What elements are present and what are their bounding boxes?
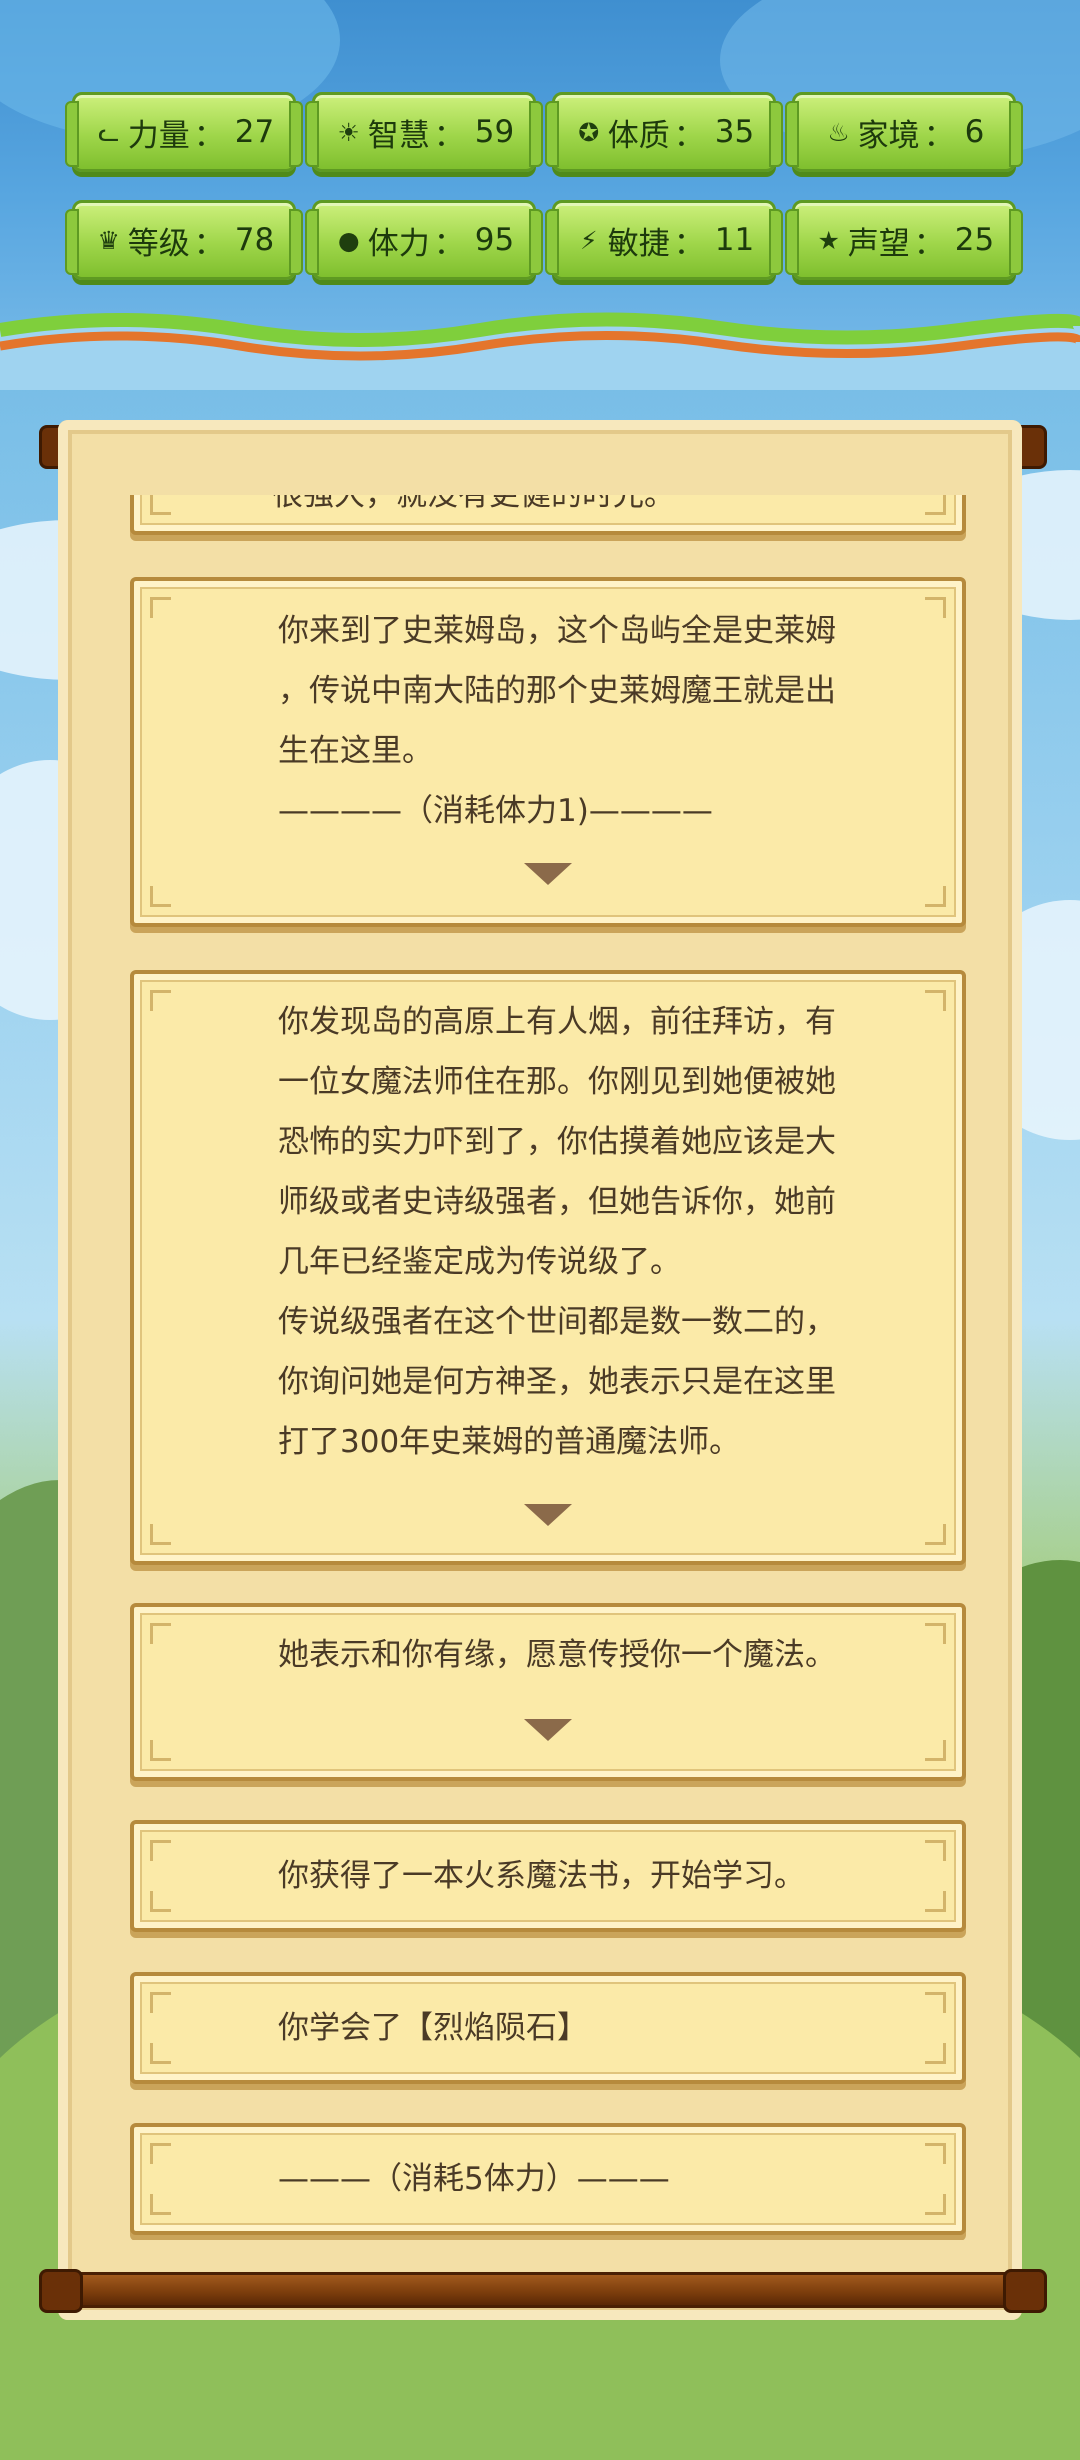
stat-strength: ᓚ 力量： 27 xyxy=(65,92,303,172)
lightning-icon: ⚡ xyxy=(579,225,598,255)
constitution-icon: ✪ xyxy=(578,117,600,147)
wave-divider xyxy=(0,312,1080,390)
event-card[interactable]: 你获得了一本火系魔法书，开始学习。 xyxy=(130,1820,966,1932)
star-icon: ★ xyxy=(817,225,840,255)
bulb-icon: ☀ xyxy=(337,117,360,147)
muscle-icon: ᓚ xyxy=(98,117,120,147)
expand-arrow-icon[interactable] xyxy=(524,1719,572,1741)
event-text: ———（消耗5体力）——— xyxy=(278,2161,670,2197)
event-text: 你发现岛的高原上有人烟，前往拜访，有 一位女魔法师住在那。你刚见到她便被她 恐怖… xyxy=(278,1004,836,1460)
event-text: 你来到了史莱姆岛，这个岛屿全是史莱姆 ，传说中南大陆的那个史莱姆魔王就是出 生在… xyxy=(278,613,836,829)
stat-constitution: ✪ 体质： 35 xyxy=(545,92,783,172)
stat-stamina: ● 体力： 95 xyxy=(305,200,543,280)
event-card[interactable]: ———（消耗5体力）——— xyxy=(130,2123,966,2235)
heart-icon: ● xyxy=(337,225,360,255)
event-card[interactable]: 她表示和你有缘，愿意传授你一个魔法。 xyxy=(130,1603,966,1781)
event-card[interactable]: 很强大，就没有更健的时光。 xyxy=(130,495,966,535)
family-icon: ♨ xyxy=(827,117,850,147)
expand-arrow-icon[interactable] xyxy=(524,1504,572,1526)
stat-family: ♨ 家境： 6 xyxy=(785,92,1023,172)
stat-agility: ⚡ 敏捷： 11 xyxy=(545,200,783,280)
event-text: 很强大，就没有更健的时光。 xyxy=(272,495,675,513)
event-card[interactable]: 你学会了【烈焰陨石】 xyxy=(130,1972,966,2084)
expand-arrow-icon[interactable] xyxy=(524,863,572,885)
event-text: 你学会了【烈焰陨石】 xyxy=(278,2010,588,2046)
stat-wisdom: ☀ 智慧： 59 xyxy=(305,92,543,172)
event-log[interactable]: 很强大，就没有更健的时光。 你来到了史莱姆岛，这个岛屿全是史莱姆 ，传说中南大陆… xyxy=(120,495,976,2240)
stat-reputation: ★ 声望： 25 xyxy=(785,200,1023,280)
scroll-rod-bottom xyxy=(39,2269,1047,2313)
event-card[interactable]: 你发现岛的高原上有人烟，前往拜访，有 一位女魔法师住在那。你刚见到她便被她 恐怖… xyxy=(130,970,966,1565)
event-card[interactable]: 你来到了史莱姆岛，这个岛屿全是史莱姆 ，传说中南大陆的那个史莱姆魔王就是出 生在… xyxy=(130,577,966,927)
crown-icon: ♛ xyxy=(97,225,120,255)
event-text: 你获得了一本火系魔法书，开始学习。 xyxy=(278,1858,805,1894)
stat-level: ♛ 等级： 78 xyxy=(65,200,303,280)
event-text: 她表示和你有缘，愿意传授你一个魔法。 xyxy=(278,1637,836,1673)
